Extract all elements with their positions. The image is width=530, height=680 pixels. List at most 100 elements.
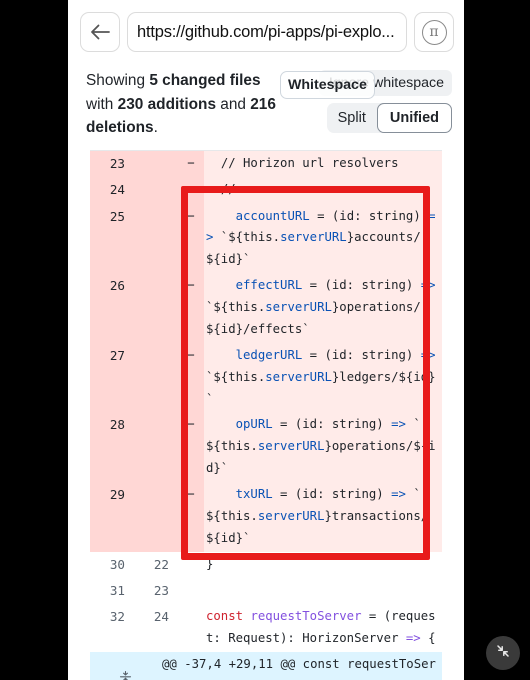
code-token: `${ [213, 230, 244, 245]
line-number-new: 23 [153, 583, 169, 599]
browser-chrome: https://github.com/pi-apps/pi-explo... π [68, 0, 464, 63]
diff-row: 32 24 const requestToServer = (request: Re… [90, 604, 442, 653]
summary-suffix: . [153, 119, 158, 137]
diff-marker [178, 604, 204, 652]
diff-row: 29 − txURL = (id: string) => `${this.serv… [90, 482, 442, 552]
expand-lines-icon[interactable] [90, 652, 160, 680]
code-line: } [204, 552, 442, 578]
code-token: serverURL [257, 508, 325, 523]
diff-row: 25 − accountURL = (id: string) => `${this… [90, 203, 442, 274]
code-token: this. [220, 508, 258, 523]
diff-summary-row: Showing 5 changed files with 230 additio… [68, 63, 464, 150]
code-line: // [204, 177, 442, 204]
diff-marker: − [187, 182, 195, 197]
line-number-new: 24 [153, 609, 169, 625]
line-number-new [134, 204, 178, 274]
code-token: effectURL [235, 278, 303, 293]
line-number-new [134, 412, 178, 482]
line-number-old: 23 [109, 155, 125, 171]
line-number-new: 22 [153, 556, 169, 572]
code-token: { [420, 631, 436, 646]
line-number-old: 28 [109, 417, 125, 433]
code-line: accountURL = (id: string) => `${this.ser… [204, 203, 442, 274]
whitespace-control-group: Ignore whitespace Whitespace [280, 70, 452, 99]
diff-marker: − [187, 417, 195, 432]
line-number-old: 25 [109, 208, 125, 224]
diff-row: 24 − // [90, 177, 442, 204]
collapse-arrows-icon [494, 642, 512, 665]
url-text: https://github.com/pi-apps/pi-explo... [137, 22, 395, 41]
summary-and: and [216, 95, 251, 113]
line-number-new [134, 151, 178, 177]
code-token: txURL [235, 487, 273, 501]
screen-root: https://github.com/pi-apps/pi-explo... π… [0, 0, 530, 680]
code-token: = (id: string) [302, 278, 421, 293]
diff-marker [178, 552, 204, 578]
code-token: => [405, 631, 421, 646]
code-token: @@ -37,4 +29,11 @@ const requestToServer… [162, 657, 436, 680]
code-token: serverURL [257, 439, 325, 454]
diff-row: 26 − effectURL = (id: string) => `${this.… [90, 273, 442, 343]
pi-logo-icon: π [421, 19, 447, 45]
exit-fullscreen-button[interactable] [486, 636, 520, 670]
diff-marker: − [187, 278, 195, 293]
tab-unified[interactable]: Unified [376, 103, 452, 133]
code-token: ledgerURL [235, 347, 303, 362]
code-line: // Horizon url resolvers [204, 150, 442, 178]
code-line: txURL = (id: string) => `${this.serverUR… [204, 482, 442, 552]
line-number-new [134, 177, 178, 203]
code-line: const requestToServer = (request: Reques… [204, 604, 442, 652]
code-token: } [206, 556, 214, 571]
diff-row: 31 23 [90, 578, 442, 605]
code-token: = (id: string) [272, 487, 392, 501]
url-bar[interactable]: https://github.com/pi-apps/pi-explo... [127, 12, 407, 52]
diff-marker: − [187, 155, 195, 170]
line-number-old: 26 [109, 278, 125, 294]
line-number-old: 27 [109, 347, 125, 363]
line-number-old: 31 [109, 583, 125, 599]
tab-split[interactable]: Split [327, 103, 377, 133]
diff-marker: − [187, 208, 195, 223]
diff-view-toggle: Split Unified [326, 103, 452, 133]
diff-marker: − [187, 487, 195, 501]
browser-card: https://github.com/pi-apps/pi-explo... π… [68, 0, 464, 680]
code-token: this. [220, 439, 258, 454]
diff-row: 28 − opURL = (id: string) => `${this.serv… [90, 412, 442, 482]
diff-marker [178, 578, 204, 604]
line-number-old: 30 [109, 556, 125, 572]
code-line: ledgerURL = (id: string) => `${this.serv… [204, 342, 442, 413]
code-token: this. [243, 230, 281, 245]
code-token: // [206, 182, 236, 197]
code-token: => [420, 347, 436, 362]
code-token: = (id: string) [272, 417, 392, 432]
line-number-new [134, 482, 178, 552]
code-token: requestToServer [250, 609, 362, 624]
back-button[interactable] [80, 12, 120, 52]
code-token: serverURL [265, 369, 332, 384]
code-token: => [391, 487, 406, 501]
code-line: opURL = (id: string) => `${this.serverUR… [204, 412, 442, 482]
code-line: effectURL = (id: string) => `${this.serv… [204, 273, 442, 343]
diff-row: @@ -37,4 +29,11 @@ const requestToServer… [90, 652, 442, 680]
code-line: @@ -37,4 +29,11 @@ const requestToServer… [160, 652, 442, 680]
line-number-new [134, 273, 178, 343]
pi-app-button[interactable]: π [414, 12, 454, 52]
code-token: serverURL [280, 230, 347, 245]
line-number-old: 29 [109, 487, 125, 502]
diff-row: 27 − ledgerURL = (id: string) => `${this.… [90, 342, 442, 413]
diff-summary-text: Showing 5 changed files with 230 additio… [86, 69, 276, 140]
arrow-left-icon [89, 23, 111, 41]
code-token: opURL [235, 417, 273, 432]
whitespace-button[interactable]: Whitespace [280, 71, 375, 99]
summary-files-count: 5 changed files [149, 72, 261, 89]
diff-marker: − [187, 347, 195, 362]
summary-mid: with [86, 95, 118, 113]
diff-table: 23 − // Horizon url resolvers 24 − // 25 − ac… [90, 149, 442, 680]
code-token: = (id: string) [302, 347, 421, 362]
code-token: serverURL [265, 300, 332, 314]
